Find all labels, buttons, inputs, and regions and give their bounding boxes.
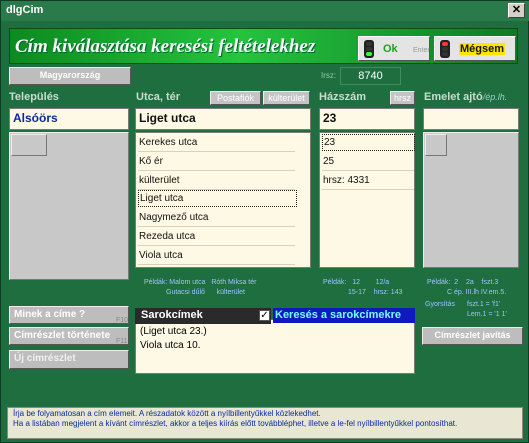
floor-example: C ép. III.lh IV.em.5. [447,289,507,296]
list-item[interactable]: külterület [138,173,295,190]
help-text: Írja be folyamatosan a cím elemeit. A ré… [7,407,523,439]
ok-label: Ok [383,43,398,55]
settlement-header: Település [9,91,59,103]
street-example: Példák: Malom utca Róth Miksa tér [144,279,257,286]
what-button[interactable]: Minek a címe ? F10 [9,306,129,324]
banner-title: Cím kiválasztása keresési feltételekhez [15,36,316,57]
traffic-light-icon [440,40,450,58]
traffic-light-icon [364,40,374,58]
cancel-label: Mégsem [459,43,506,55]
house-example: Példák: 12 12/a [323,279,390,286]
gyorsitas-example: Lem.1 = '1 1' [467,311,507,318]
fix-button[interactable]: Címrészlet javítás [422,327,523,345]
list-item[interactable]: Kerekes utca [138,135,295,152]
house-input[interactable]: 23 [319,108,415,130]
list-item-selected[interactable]: Liget utca [138,190,297,207]
house-header: Házszám [319,91,367,103]
street-input[interactable]: Liget utca [135,108,311,130]
kulterulet-button[interactable]: külterület [263,91,310,105]
floor-list[interactable] [423,132,519,268]
postafiok-button[interactable]: Postafiók [210,91,261,105]
house-list[interactable]: 23 25 hrsz: 4331 [319,132,415,268]
corner-checkbox-label[interactable]: Keresés a sarokcímekre [273,308,415,323]
list-item[interactable]: hrsz: 4331 [322,173,414,190]
irsz-field[interactable]: 8740 [340,67,401,85]
title-bar: dlgCim [1,1,529,21]
house-example: 15-17 hrsz: 143 [348,289,403,296]
corner-checkbox[interactable]: ✓ [259,310,270,321]
street-example: Gutacsi dűlő külterület [166,289,245,296]
hrsz-button[interactable]: hrsz [390,91,415,105]
floor-list-item[interactable] [425,134,447,156]
list-item-selected[interactable]: 23 [322,134,415,151]
ok-shortcut: Enter [413,47,430,54]
corner-list[interactable]: (Liget utca 23.) Viola utca 10. [135,319,415,374]
history-button[interactable]: Címrészlet története F11 [9,327,129,345]
window-title: dlgCim [6,4,44,16]
settlement-input[interactable]: Alsóörs [9,108,129,130]
street-header: Utca, tér [136,91,181,103]
floor-header: Emelet ajtó/ép.lh. [424,91,508,103]
dialog-window: dlgCim ✕ Cím kiválasztása keresési felté… [0,0,529,443]
irsz-label: Irsz: [321,71,337,80]
ok-button[interactable]: Ok Enter [358,36,430,61]
list-item[interactable]: Viola utca [138,248,295,265]
list-item[interactable]: Viola utca 10. [140,340,200,351]
list-item[interactable]: 25 [322,154,414,171]
list-item[interactable]: Rezeda utca [138,229,295,246]
corner-title: Sarokcímek [135,308,271,324]
floor-input[interactable] [423,108,519,130]
settlement-list[interactable] [9,132,129,280]
gyorsitas-example: fszt.1 = 'f1' [467,301,501,308]
country-button[interactable]: Magyarország [9,67,131,85]
floor-example: Példák: 2 2a fszt.3 [427,279,499,286]
street-list[interactable]: Kerekes utca Kő ér külterület Liget utca… [135,132,311,268]
list-item[interactable]: Nagymező utca [138,210,295,227]
list-item[interactable]: (Liget utca 23.) [140,326,207,337]
cancel-button[interactable]: Mégsem [434,36,516,61]
close-button[interactable]: ✕ [508,3,525,18]
list-item[interactable]: Kő ér [138,154,295,171]
new-part-button[interactable]: Új címrészlet [9,350,129,369]
gyorsitas-label: Gyorsítás [425,301,455,308]
settlement-list-item[interactable] [11,134,47,156]
